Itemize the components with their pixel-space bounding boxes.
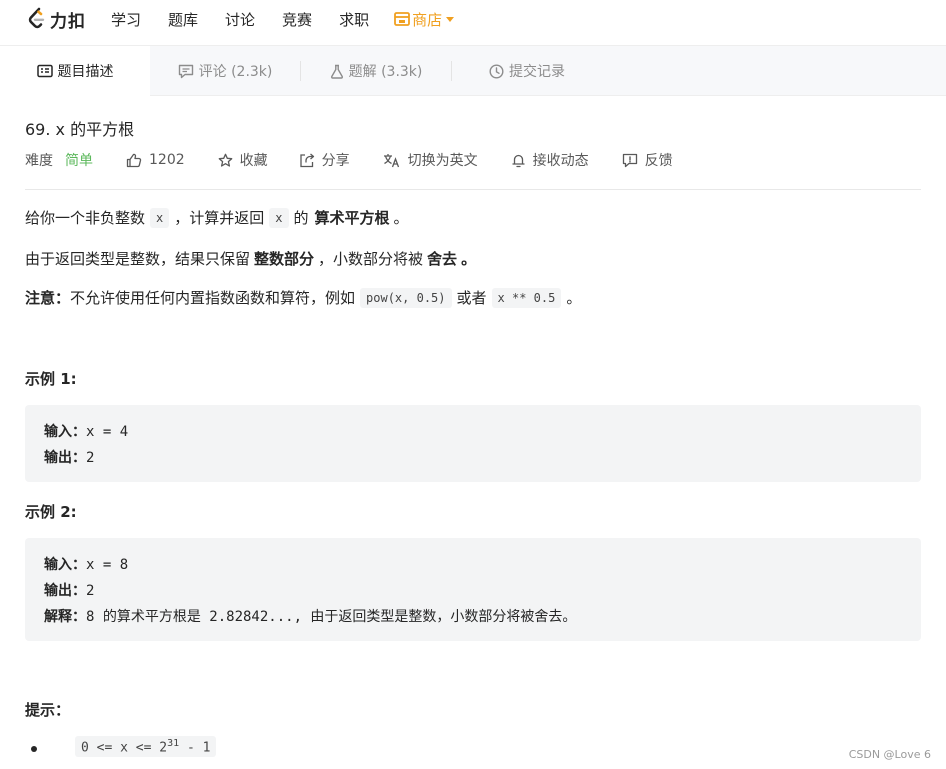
text: 。 [393, 209, 409, 227]
constraint-text: - 1 [179, 740, 211, 756]
tab-submissions-label: 提交记录 [509, 64, 565, 80]
feedback-icon [622, 153, 637, 167]
input-label: 输入： [44, 557, 86, 573]
translate-label: 切换为英文 [407, 153, 478, 169]
tab-comments-label: 评论 (2.3k) [198, 64, 273, 80]
share-label: 分享 [321, 153, 350, 169]
description-paragraph-3: 注意： 不允许使用任何内置指数函数和算符，例如 pow(x, 0.5) 或者 x… [25, 287, 581, 308]
text: 给你一个非负整数 [25, 209, 146, 227]
comment-icon [178, 64, 194, 79]
share-icon [299, 153, 314, 167]
tab-solutions-label: 题解 (3.3k) [348, 64, 423, 80]
explain-value: 8 的算术平方根是 2.82842..., 由于返回类型是整数，小数部分将被舍去… [86, 609, 577, 625]
share-button[interactable]: 分享 [299, 150, 350, 170]
description-paragraph-2: 由于返回类型是整数，结果只保留 整数部分 ，小数部分将被 舍去 。 [25, 248, 476, 269]
example-2-title: 示例 2: [25, 503, 77, 521]
inline-code: x [150, 207, 170, 228]
text: 由于返回类型是整数，结果只保留 [25, 250, 251, 268]
bold-text: 舍去 [427, 250, 458, 268]
subscribe-label: 接收动态 [532, 153, 589, 169]
inline-code: x ** 0.5 [491, 287, 562, 308]
star-icon [218, 153, 232, 167]
output-label: 输出： [44, 450, 86, 466]
text: 。 [461, 250, 477, 268]
constraint-text: 0 <= x <= 2 [81, 740, 168, 756]
output-value: 2 [86, 450, 95, 466]
example-2-block: 输入：x = 8 输出：2 解释：8 的算术平方根是 2.82842..., 由… [25, 538, 921, 641]
difficulty-label: 难度 [25, 153, 53, 169]
nav-contest[interactable]: 竞赛 [282, 9, 312, 30]
tab-solutions[interactable]: 题解 (3.3k) [301, 46, 451, 96]
logo[interactable]: 力扣 [26, 0, 86, 38]
favorite-button[interactable]: 收藏 [218, 150, 268, 170]
feedback-label: 反馈 [644, 153, 673, 169]
output-label: 输出： [44, 583, 86, 599]
difficulty-badge: 简单 [65, 153, 93, 169]
hints-title: 提示： [25, 701, 71, 719]
description-icon [36, 64, 53, 78]
store-icon [394, 12, 410, 26]
problem-meta-bar: 难度 简单 1202 收藏 分享 切换为英文 接收动态 反馈 [25, 150, 673, 170]
subscribe-button[interactable]: 接收动态 [511, 150, 589, 170]
text: 。 [566, 289, 582, 307]
input-value: x = 4 [86, 424, 129, 440]
top-navbar: 力扣 学习 题库 讨论 竞赛 求职 商店 [0, 0, 946, 38]
example-1-block: 输入：x = 4 输出：2 [25, 405, 921, 482]
leetcode-logo-icon [28, 7, 45, 29]
inline-code: pow(x, 0.5) [360, 287, 452, 308]
thumbs-up-icon [126, 153, 142, 167]
meta-divider [25, 189, 921, 190]
bold-text: 算术平方根 [314, 209, 390, 227]
nav-store-label: 商店 [412, 10, 443, 29]
like-count: 1202 [149, 152, 185, 168]
input-label: 输入： [44, 424, 86, 440]
problem-title: 69. x 的平方根 [25, 120, 135, 139]
favorite-label: 收藏 [239, 153, 268, 169]
description-paragraph-1: 给你一个非负整数 x ，计算并返回 x 的 算术平方根 。 [25, 207, 409, 228]
tab-submissions[interactable]: 提交记录 [452, 46, 602, 96]
output-value: 2 [86, 583, 95, 599]
hint-item: 0 <= x <= 231 - 1 [75, 736, 217, 758]
feedback-button[interactable]: 反馈 [622, 150, 673, 170]
nav-discuss[interactable]: 讨论 [225, 9, 255, 30]
watermark: CSDN @Love 6 [848, 748, 931, 761]
inline-code: x [269, 207, 289, 228]
nav-jobs[interactable]: 求职 [339, 9, 369, 30]
like-button[interactable]: 1202 [126, 152, 185, 168]
tab-description[interactable]: 题目描述 [0, 46, 150, 96]
constraint-code: 0 <= x <= 231 - 1 [75, 736, 217, 758]
text: 不允许使用任何内置指数函数和算符，例如 [70, 289, 356, 307]
bullet [31, 746, 37, 752]
tab-comments[interactable]: 评论 (2.3k) [150, 46, 300, 96]
text: 或者 [456, 289, 487, 307]
translate-icon [383, 153, 399, 167]
nav-problemset[interactable]: 题库 [168, 9, 198, 30]
text: ，计算并返回 [174, 209, 265, 227]
note-label: 注意： [25, 289, 71, 307]
text: 的 [293, 209, 309, 227]
nav-learn[interactable]: 学习 [111, 9, 141, 30]
tab-description-label: 题目描述 [57, 64, 114, 80]
constraint-exponent: 31 [167, 738, 180, 749]
nav-store[interactable]: 商店 [394, 9, 455, 30]
clock-icon [489, 63, 504, 79]
flask-icon [330, 64, 344, 79]
translate-button[interactable]: 切换为英文 [383, 150, 478, 170]
example-1-title: 示例 1: [25, 370, 77, 388]
chevron-down-icon [446, 16, 455, 22]
explain-label: 解释： [44, 609, 86, 625]
input-value: x = 8 [86, 557, 129, 573]
bold-text: 整数部分 [254, 250, 315, 268]
text: ，小数部分将被 [318, 250, 424, 268]
logo-text: 力扣 [50, 11, 86, 32]
problem-tabs: 题目描述 评论 (2.3k) 题解 (3.3k) 提交记录 [0, 45, 946, 96]
bell-icon [511, 154, 525, 167]
